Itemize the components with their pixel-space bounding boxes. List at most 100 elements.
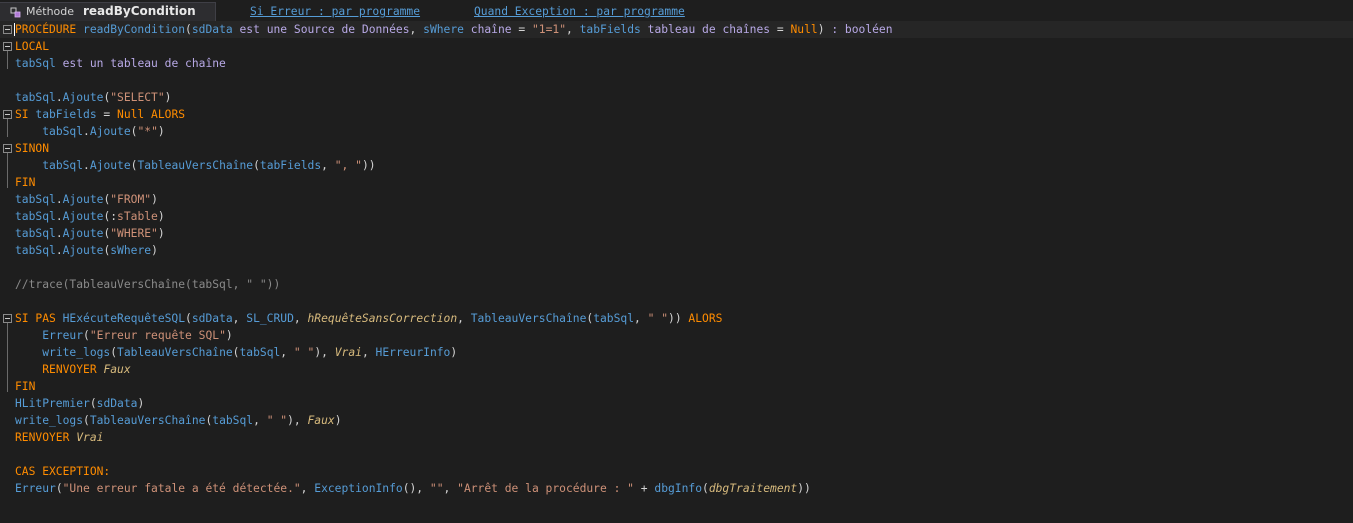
fold-toggle-icon[interactable] [3, 144, 12, 153]
code-token: Faux [307, 414, 335, 427]
code-token: RENVOYER [15, 431, 77, 444]
code-token: + [633, 482, 655, 495]
code-token: Faux [103, 363, 131, 376]
code-line[interactable]: LOCAL [0, 38, 1353, 55]
code-token: "*" [137, 125, 158, 138]
code-token: ) [334, 414, 342, 427]
code-token: ( [83, 414, 90, 427]
method-tab[interactable]: Méthode readByCondition [0, 2, 216, 21]
fold-guide-line [7, 323, 8, 392]
code-line[interactable]: tabSql.Ajoute("WHERE") [0, 225, 1353, 242]
fold-toggle-icon[interactable] [3, 25, 12, 34]
code-token: FIN [15, 380, 36, 393]
code-token: ) [225, 329, 233, 342]
code-token: ALORS [688, 312, 723, 325]
code-token: : booléen [831, 23, 893, 36]
code-line[interactable] [0, 72, 1353, 89]
code-line[interactable]: write_logs(TableauVersChaîne(tabSql, " "… [0, 344, 1353, 361]
code-line-text: write_logs(TableauVersChaîne(tabSql, " "… [15, 344, 457, 361]
code-line[interactable]: write_logs(TableauVersChaîne(tabSql, " "… [0, 412, 1353, 429]
code-token: dbgTraitement [708, 482, 798, 495]
error-handling-link[interactable]: Si Erreur : par programme [250, 4, 420, 20]
code-token: tabSql [15, 227, 56, 240]
code-token: Vrai [76, 431, 104, 444]
code-line[interactable] [0, 446, 1353, 463]
method-name-label: readByCondition [83, 4, 196, 18]
code-line[interactable]: SI tabFields = Null ALORS [0, 106, 1353, 123]
code-token: )) [361, 159, 376, 172]
code-token: Ajoute [62, 210, 104, 223]
code-line[interactable]: CAS EXCEPTION: [0, 463, 1353, 480]
code-token: tabFields [35, 108, 97, 121]
code-line[interactable] [0, 259, 1353, 276]
code-line-text: Erreur("Erreur requête SQL") [15, 327, 233, 344]
code-token: ) [164, 91, 172, 104]
code-token: "WHERE" [110, 227, 158, 240]
code-line[interactable]: tabSql.Ajoute("FROM") [0, 191, 1353, 208]
fold-toggle-icon[interactable] [3, 42, 12, 51]
exception-handling-link[interactable]: Quand Exception : par programme [474, 4, 685, 20]
code-token: sWhere [423, 23, 464, 36]
code-token: Vrai [334, 346, 362, 359]
code-token: ( [89, 397, 97, 410]
code-line-text: FIN [15, 174, 35, 191]
code-line[interactable]: PROCÉDURE readByCondition(sdData est une… [0, 21, 1353, 38]
code-line[interactable]: SINON [0, 140, 1353, 157]
code-line[interactable]: FIN [0, 174, 1353, 191]
code-line[interactable]: //trace(TableauVersChaîne(tabSql, " ")) [0, 276, 1353, 293]
code-line[interactable]: tabSql.Ajoute(:sTable) [0, 208, 1353, 225]
code-token: ( [185, 312, 192, 325]
code-line-text: LOCAL [15, 38, 49, 55]
code-token: ( [185, 23, 192, 36]
code-token: Null [790, 23, 818, 36]
code-token: tabSql [42, 125, 84, 138]
code-token: ( [83, 329, 90, 342]
code-token: "1=1" [531, 23, 566, 36]
code-token: sdData [96, 397, 138, 410]
code-token: . [55, 210, 63, 223]
code-token: "Erreur requête SQL" [89, 329, 226, 342]
code-token: , [300, 482, 315, 495]
code-token: FIN [15, 176, 36, 189]
code-line[interactable] [0, 293, 1353, 310]
code-token: RENVOYER [42, 363, 104, 376]
code-line[interactable]: FIN [0, 378, 1353, 395]
code-token: TableauVersChaîne [89, 414, 206, 427]
code-line[interactable]: HLitPremier(sdData) [0, 395, 1353, 412]
fold-toggle-icon[interactable] [3, 314, 12, 323]
code-token: . [55, 227, 63, 240]
code-token: sdData [191, 312, 233, 325]
code-line[interactable]: Erreur("Une erreur fatale a été détectée… [0, 480, 1353, 497]
code-line-text: tabSql est un tableau de chaîne [15, 55, 226, 72]
code-token: Ajoute [62, 91, 104, 104]
code-token: PROCÉDURE [15, 23, 84, 36]
code-token: ) [157, 125, 165, 138]
code-line[interactable]: SI PAS HExécuteRequêteSQL(sdData, SL_CRU… [0, 310, 1353, 327]
code-token: SINON [15, 142, 50, 155]
code-token: chaîne [470, 23, 512, 36]
code-line[interactable]: RENVOYER Vrai [0, 429, 1353, 446]
fold-toggle-icon[interactable] [3, 110, 12, 119]
code-token: write_logs [15, 414, 84, 427]
code-token: "SELECT" [110, 91, 165, 104]
code-line[interactable]: tabSql.Ajoute(TableauVersChaîne(tabField… [0, 157, 1353, 174]
code-token: . [83, 159, 90, 172]
code-line[interactable]: RENVOYER Faux [0, 361, 1353, 378]
code-token: tabSql [15, 91, 56, 104]
code-line-text: SI tabFields = Null ALORS [15, 106, 185, 123]
code-token: ) [450, 346, 458, 359]
code-token: (), [402, 482, 430, 495]
code-editor[interactable]: PROCÉDURE readByCondition(sdData est une… [0, 21, 1353, 497]
fold-guide-line [7, 51, 8, 69]
code-token: Erreur [42, 329, 84, 342]
code-line[interactable]: tabSql.Ajoute("SELECT") [0, 89, 1353, 106]
code-token: , [566, 23, 580, 36]
code-line[interactable]: Erreur("Erreur requête SQL") [0, 327, 1353, 344]
code-token: ) [151, 193, 158, 206]
code-token: , [321, 159, 335, 172]
code-line[interactable]: tabSql.Ajoute("*") [0, 123, 1353, 140]
code-line-text: CAS EXCEPTION: [15, 463, 110, 480]
code-line[interactable]: tabSql.Ajoute(sWhere) [0, 242, 1353, 259]
code-line[interactable]: tabSql est un tableau de chaîne [0, 55, 1353, 72]
